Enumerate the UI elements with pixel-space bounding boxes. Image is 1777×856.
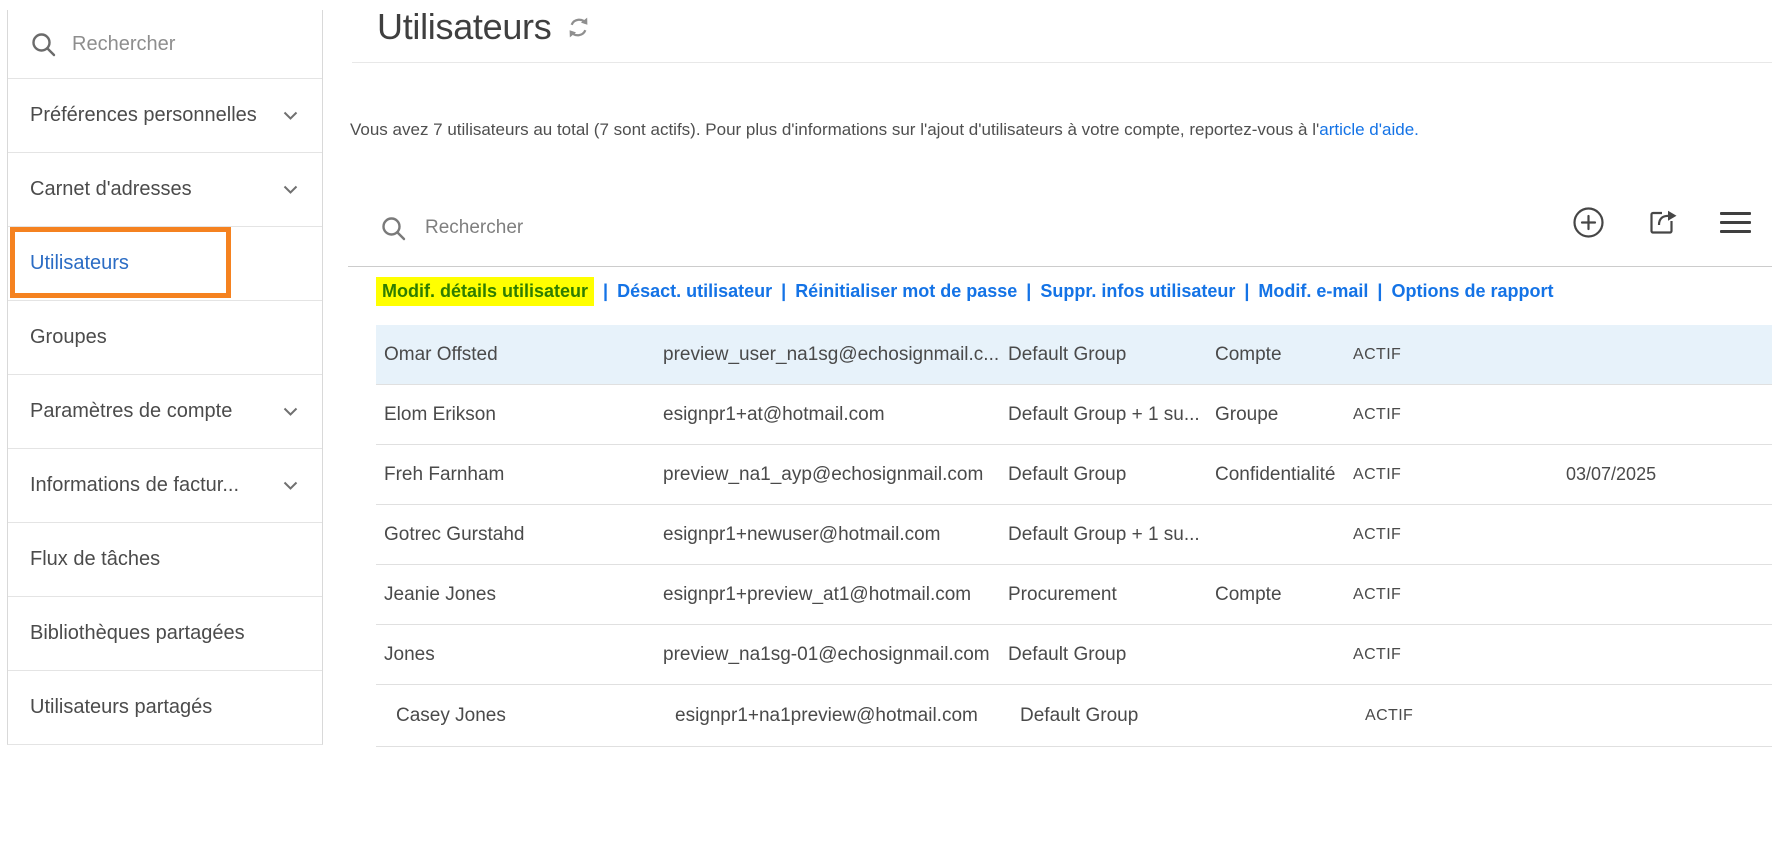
- action-link-deactivate-user[interactable]: Désact. utilisateur: [617, 281, 772, 301]
- action-link-delete-user-info[interactable]: Suppr. infos utilisateur: [1040, 281, 1235, 301]
- search-icon: [380, 215, 407, 242]
- action-link-edit-user-details[interactable]: Modif. détails utilisateur: [376, 277, 595, 306]
- sidebar-item-flux-taches[interactable]: Flux de tâches: [8, 522, 322, 596]
- table-row[interactable]: Jones preview_na1sg-01@echosignmail.com …: [376, 625, 1772, 685]
- user-admin-level: Compte: [1215, 343, 1282, 365]
- table-search-input[interactable]: [425, 217, 845, 239]
- users-table: Omar Offsted preview_user_na1sg@echosign…: [376, 325, 1772, 747]
- status-badge: ACTIF: [1353, 405, 1402, 423]
- page-header: Utilisateurs: [377, 6, 592, 48]
- sidebar-search[interactable]: [8, 10, 322, 78]
- status-badge: ACTIF: [1353, 525, 1402, 543]
- user-email: esignpr1+na1preview@hotmail.com: [675, 704, 978, 726]
- status-badge: ACTIF: [1353, 585, 1402, 603]
- user-group: Default Group + 1 su...: [1008, 403, 1200, 425]
- page-title: Utilisateurs: [377, 6, 552, 47]
- toolbar-divider: [348, 266, 1772, 267]
- status-badge: ACTIF: [1353, 645, 1402, 663]
- user-name: Omar Offsted: [384, 343, 498, 365]
- table-toolbar-icons: [1572, 202, 1751, 242]
- user-name: Casey Jones: [396, 704, 506, 726]
- sidebar-item-groupes[interactable]: Groupes: [8, 300, 322, 374]
- hamburger-menu-icon[interactable]: [1720, 211, 1751, 234]
- user-name: Jeanie Jones: [384, 583, 496, 605]
- sidebar-search-input[interactable]: [72, 32, 302, 56]
- table-row[interactable]: Casey Jones esignpr1+na1preview@hotmail.…: [376, 685, 1772, 747]
- sidebar-item-informations-facturation[interactable]: Informations de factur...: [8, 448, 322, 522]
- sidebar-item-utilisateurs-partages[interactable]: Utilisateurs partagés: [8, 670, 322, 744]
- sidebar-item-parametres-compte[interactable]: Paramètres de compte: [8, 374, 322, 448]
- table-row[interactable]: Omar Offsted preview_user_na1sg@echosign…: [376, 325, 1772, 385]
- add-user-icon[interactable]: [1572, 206, 1605, 239]
- user-email: esignpr1+preview_at1@hotmail.com: [663, 583, 972, 605]
- user-group: Default Group: [1008, 643, 1127, 665]
- user-name: Freh Farnham: [384, 463, 505, 485]
- sidebar-item-utilisateurs[interactable]: Utilisateurs: [8, 226, 322, 300]
- table-search[interactable]: [380, 208, 845, 248]
- user-email: preview_user_na1sg@echosignmail.c...: [663, 343, 1000, 365]
- search-icon: [30, 31, 57, 58]
- sidebar-item-bibliotheques-partagees[interactable]: Bibliothèques partagées: [8, 596, 322, 670]
- user-actions-bar: Modif. détails utilisateur | Désact. utili…: [376, 276, 1553, 307]
- user-date: 03/07/2025: [1566, 464, 1657, 484]
- user-admin-level: Compte: [1215, 583, 1282, 605]
- user-email: esignpr1+at@hotmail.com: [663, 403, 885, 425]
- user-name: Gotrec Gurstahd: [384, 523, 525, 545]
- user-admin-level: Groupe: [1215, 403, 1279, 425]
- table-row[interactable]: Gotrec Gurstahd esignpr1+newuser@hotmail…: [376, 505, 1772, 565]
- status-badge: ACTIF: [1353, 465, 1402, 483]
- sidebar-item-carnet-adresses[interactable]: Carnet d'adresses: [8, 152, 322, 226]
- user-name: Jones: [384, 643, 435, 665]
- user-email: esignpr1+newuser@hotmail.com: [663, 523, 941, 545]
- user-email: preview_na1_ayp@echosignmail.com: [663, 463, 984, 485]
- chevron-down-icon: [283, 185, 298, 194]
- chevron-down-icon: [283, 111, 298, 120]
- user-count-info: Vous avez 7 utilisateurs au total (7 son…: [350, 120, 1419, 139]
- chevron-down-icon: [283, 481, 298, 490]
- status-badge: ACTIF: [1353, 345, 1402, 363]
- title-divider: [352, 62, 1772, 63]
- refresh-icon[interactable]: [565, 14, 592, 41]
- user-group: Procurement: [1008, 583, 1117, 605]
- action-link-edit-email[interactable]: Modif. e-mail: [1258, 281, 1368, 301]
- table-row[interactable]: Freh Farnham preview_na1_ayp@echosignmai…: [376, 445, 1772, 505]
- users-admin-page: { "sidebar": { "search": { "placeholder"…: [0, 0, 1777, 856]
- action-link-report-options[interactable]: Options de rapport: [1391, 281, 1553, 301]
- help-article-link[interactable]: article d'aide.: [1319, 120, 1419, 139]
- settings-sidebar: Préférences personnelles Carnet d'adress…: [7, 10, 323, 745]
- chevron-down-icon: [283, 407, 298, 416]
- table-row[interactable]: Jeanie Jones esignpr1+preview_at1@hotmai…: [376, 565, 1772, 625]
- status-badge: ACTIF: [1365, 706, 1414, 724]
- action-link-reset-password[interactable]: Réinitialiser mot de passe: [795, 281, 1017, 301]
- user-group: Default Group: [1008, 343, 1127, 365]
- export-icon[interactable]: [1646, 207, 1679, 238]
- user-email: preview_na1sg-01@echosignmail.com: [663, 643, 990, 665]
- user-group: Default Group: [1008, 463, 1127, 485]
- table-row[interactable]: Elom Erikson esignpr1+at@hotmail.com Def…: [376, 385, 1772, 445]
- user-group: Default Group: [1020, 704, 1139, 726]
- user-name: Elom Erikson: [384, 403, 496, 425]
- sidebar-item-preferences-personnelles[interactable]: Préférences personnelles: [8, 78, 322, 152]
- user-admin-level: Confidentialité: [1215, 463, 1336, 485]
- user-group: Default Group + 1 su...: [1008, 523, 1200, 545]
